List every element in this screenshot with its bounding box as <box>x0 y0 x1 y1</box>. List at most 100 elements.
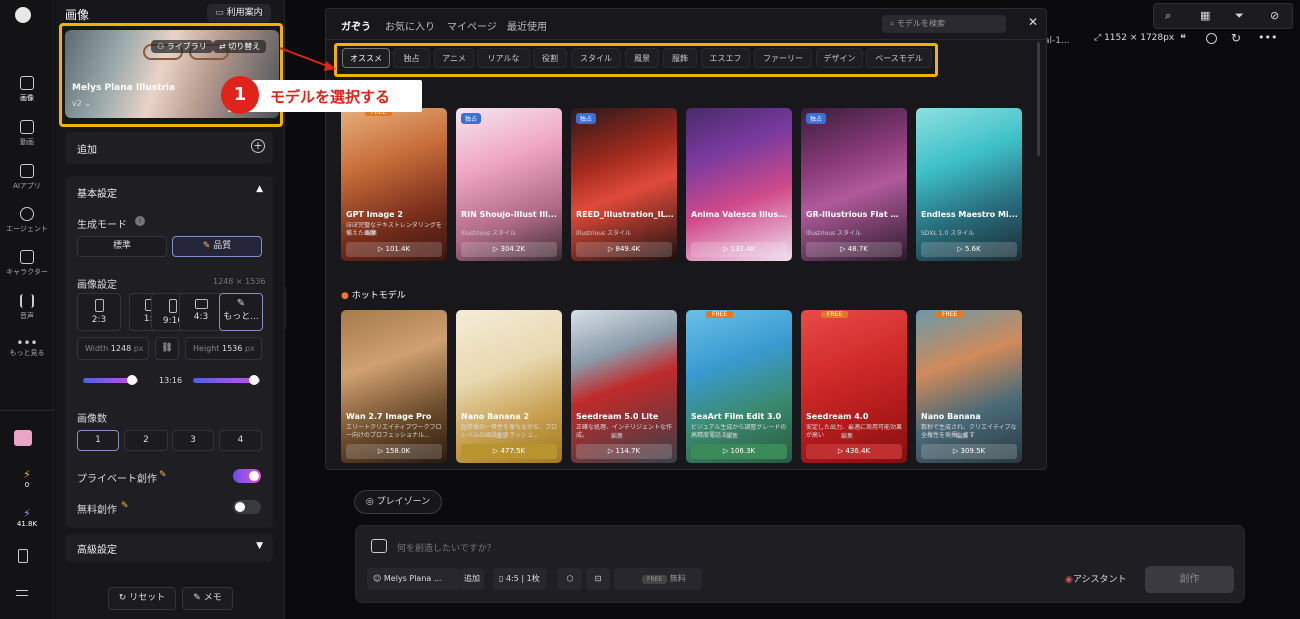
app-logo-icon[interactable] <box>15 7 31 23</box>
rail-item-character[interactable]: キャラクター <box>0 250 54 277</box>
zoom-icon[interactable]: ⌕ <box>1165 9 1171 23</box>
add-section[interactable]: 追加 + <box>65 132 273 164</box>
ratio-icon: ▯ <box>499 574 506 583</box>
model-card-reed-illustration[interactable]: 独占 REED_Illustration_IL... Illustrious ス… <box>571 108 677 261</box>
tab-image[interactable]: ガぞう <box>341 18 371 33</box>
info-circle-icon[interactable] <box>1206 33 1217 44</box>
height-field[interactable]: Height 1536 px <box>185 337 262 360</box>
rail-label: キャラクター <box>6 268 48 276</box>
reset-button[interactable]: ↻ リセット <box>108 587 176 610</box>
count-4-button[interactable]: 4 <box>219 430 262 451</box>
tab-mypage[interactable]: マイページ <box>447 18 497 33</box>
lock-icon[interactable]: ⊡ <box>586 568 610 590</box>
model-card-nano-banana-2[interactable]: Nano Banana 2 超存体の一貫性を保ちながら、プロレベルの画質をフラッ… <box>456 310 562 463</box>
model-card-anima-valesca[interactable]: Anima Valesca Illus... ▷ 132.4K <box>686 108 792 261</box>
model-search-input[interactable]: ⌕ モデルを検索 <box>882 15 1006 33</box>
rail-label: 画像 <box>20 94 34 102</box>
hot-label: ホットモデル <box>351 291 406 301</box>
count-value: 5.6K <box>964 245 981 253</box>
model-meta: SDXL 1.0 スタイル <box>921 230 975 237</box>
credit-energy[interactable]: ⚡ 41.8K <box>0 507 54 528</box>
model-name: Nano Banana <box>921 412 981 421</box>
prompt-input[interactable]: 何を創造したいですか？ <box>397 541 496 554</box>
width-slider-handle[interactable] <box>127 375 137 385</box>
ratio-label: もっと... <box>223 312 259 322</box>
height-slider-handle[interactable] <box>249 375 259 385</box>
model-avatar-icon: ☺ <box>373 574 384 583</box>
guide-button[interactable]: ▭ 利用案内 <box>207 4 271 22</box>
more-icon[interactable]: ••• <box>1258 31 1277 44</box>
model-card-nano-banana[interactable]: FREE Nano Banana 数秒で生成され、クリエイティブな全権性を発揮し… <box>916 310 1022 463</box>
rail-item-agent[interactable]: エージェント <box>0 207 54 234</box>
tab-favorites[interactable]: お気に入り <box>385 18 435 33</box>
filter-icon[interactable]: ⏷ <box>1235 9 1244 23</box>
model-usage-count: ▷ 48.7K <box>806 242 902 257</box>
add-chip[interactable]: 追加 <box>460 568 484 590</box>
exclusive-badge: 独占 <box>806 113 827 124</box>
count-2-button[interactable]: 2 <box>124 430 168 451</box>
grid-icon[interactable]: ▦ <box>1200 9 1210 22</box>
private-toggle[interactable] <box>233 469 261 483</box>
ratio-count-chip[interactable]: ▯ 4:5 | 1枚 <box>493 568 546 590</box>
credit-lightning[interactable]: ⚡ 0 <box>0 468 54 489</box>
plus-icon[interactable]: + <box>251 139 265 153</box>
rail-item-video[interactable]: 動画 <box>0 120 54 147</box>
private-label: プライベート創作 <box>77 474 157 485</box>
free-create-toggle[interactable]: FREE 無料 <box>614 568 702 590</box>
lightning-icon: ⚡ <box>23 468 31 481</box>
model-card-wan-image-pro[interactable]: Wan 2.7 Image Pro エリートクリエイティブワークフロー向けのプロ… <box>341 310 447 463</box>
free-toggle[interactable] <box>233 500 261 514</box>
pencil-icon: ✎ <box>236 298 246 309</box>
phone-icon[interactable] <box>18 549 28 563</box>
left-rail: 画像 動画 AIアプリ エージェント キャラクター 音声 ••• もっと見る ⚡ 0… <box>0 0 54 619</box>
create-button[interactable]: 創作 <box>1145 566 1234 593</box>
close-icon[interactable]: ✕ <box>1028 15 1038 29</box>
rail-item-ai-app[interactable]: AIアプリ <box>0 164 54 191</box>
rail-item-audio[interactable]: 音声 <box>0 294 54 321</box>
model-chip-label: Melys Plana ... <box>383 574 442 583</box>
model-name: RIN Shoujo-Illust Ill... <box>461 210 557 219</box>
ratio-4-3[interactable]: 4:3 <box>179 293 223 331</box>
count-3-button[interactable]: 3 <box>172 430 214 451</box>
model-card-seaart-film-edit[interactable]: FREE SeaArt Film Edit 3.0 ビジュアル生成から調整グレー… <box>686 310 792 463</box>
model-card-endless-maestro[interactable]: Endless Maestro Mi... SDXL 1.0 スタイル ▷ 5.… <box>916 108 1022 261</box>
refresh-icon[interactable]: ↻ <box>1231 31 1241 45</box>
model-card-gpt-image[interactable]: FREE GPT Image 2 ほぼ完璧なテキストレンダリングを備えた画像 編… <box>341 108 447 261</box>
ratio-more[interactable]: ✎ もっと... <box>219 293 263 331</box>
model-meta: 編集 <box>956 433 969 440</box>
ratio-2-3[interactable]: 2:3 <box>77 293 121 331</box>
menu-icon[interactable] <box>16 590 28 596</box>
mode-standard-button[interactable]: 標準 <box>77 236 167 257</box>
tab-recent[interactable]: 最近使用 <box>507 18 547 33</box>
assistant-button[interactable]: ◉アシスタント <box>1065 572 1127 585</box>
link-aspect-button[interactable]: ⛓ <box>155 337 179 360</box>
quality-icon: ✎ <box>202 241 214 251</box>
scrollbar[interactable] <box>1037 42 1040 156</box>
advanced-section[interactable]: 高級設定 ▼ <box>65 534 273 562</box>
gift-icon[interactable] <box>14 430 32 446</box>
model-card-seedream-5[interactable]: Seedream 5.0 Lite 正確な処理、インテリジェントな作成。 編集 … <box>571 310 677 463</box>
fire-icon: ● <box>341 291 352 301</box>
image-upload-icon[interactable] <box>371 539 387 553</box>
width-field[interactable]: Width 1248 px <box>77 337 149 360</box>
info-icon[interactable]: i <box>135 216 145 226</box>
rail-item-image[interactable]: 画像 <box>0 76 54 103</box>
model-chip[interactable]: ☺ Melys Plana ... <box>367 568 460 590</box>
model-card-rin-shoujo[interactable]: 独占 RIN Shoujo-Illust Ill... Illustrious … <box>456 108 562 261</box>
chevron-up-icon[interactable]: ▲ <box>256 184 263 194</box>
memo-button[interactable]: ✎ メモ <box>182 587 233 610</box>
hide-icon[interactable]: ⊘ <box>1270 9 1279 22</box>
model-name: GPT Image 2 <box>346 210 403 219</box>
credit-value: 0 <box>24 481 30 489</box>
playzone-button[interactable]: ◎ プレイゾーン <box>354 490 442 514</box>
model-card-gr-illustrious[interactable]: 独占 GR-Illustrious Flat A... Illustrious … <box>801 108 907 261</box>
ratio-label: 2:3 <box>91 315 107 325</box>
quote-icon[interactable]: ❝ <box>1180 32 1186 45</box>
cube-icon[interactable]: ⬡ <box>558 568 582 590</box>
mode-quality-button[interactable]: ✎ 品質 <box>172 236 262 257</box>
free-badge: FREE <box>821 311 849 318</box>
model-usage-count: ▷ 132.4K <box>691 242 787 257</box>
count-1-button[interactable]: 1 <box>77 430 119 451</box>
rail-item-more[interactable]: ••• もっと見る <box>0 337 54 358</box>
model-card-seedream-4[interactable]: FREE Seedream 4.0 安定した出力、最適に商用可能効果が高い 編集… <box>801 310 907 463</box>
